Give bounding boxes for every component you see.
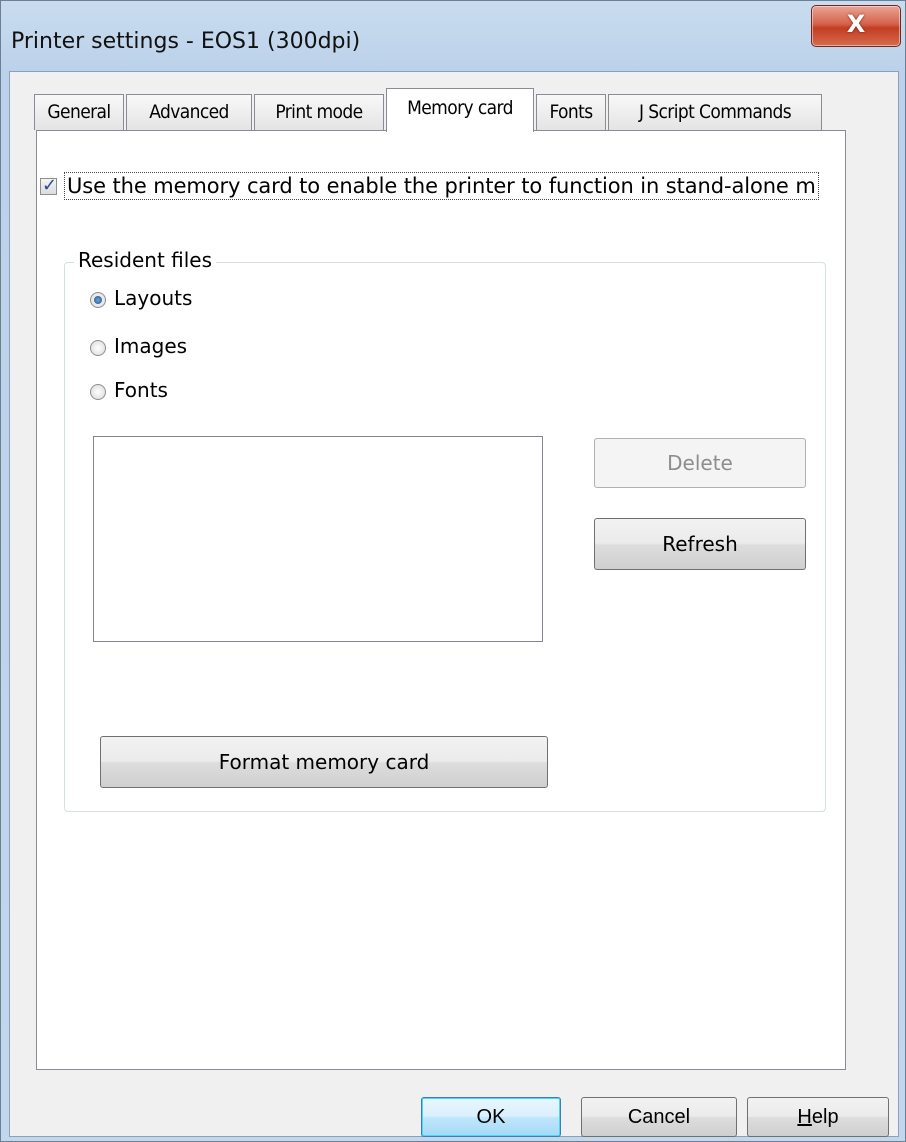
window-title: Printer settings - EOS1 (300dpi) bbox=[11, 29, 361, 54]
radio-button-selected[interactable] bbox=[90, 292, 106, 308]
resident-files-listbox[interactable] bbox=[93, 436, 543, 642]
tab-memory-card[interactable]: Memory card bbox=[386, 88, 534, 132]
help-accelerator-key: H bbox=[797, 1106, 812, 1128]
tab-general[interactable]: General bbox=[34, 94, 124, 130]
help-label-rest: elp bbox=[811, 1106, 839, 1128]
radio-button[interactable] bbox=[90, 384, 106, 400]
delete-button[interactable]: Delete bbox=[594, 438, 806, 488]
title-bar[interactable]: Printer settings - EOS1 (300dpi) X bbox=[1, 1, 905, 71]
radio-fonts-label[interactable]: Fonts bbox=[114, 378, 168, 402]
use-memory-card-checkbox[interactable]: ✓ bbox=[40, 175, 58, 195]
format-memory-card-button[interactable]: Format memory card bbox=[100, 736, 548, 788]
tab-print-mode[interactable]: Print mode bbox=[254, 94, 384, 130]
help-button[interactable]: Help bbox=[747, 1097, 889, 1137]
use-memory-card-label[interactable]: Use the memory card to enable the printe… bbox=[64, 172, 819, 200]
checkmark-icon: ✓ bbox=[42, 175, 58, 195]
tab-advanced[interactable]: Advanced bbox=[126, 94, 252, 130]
dialog-client-area: General Advanced Print mode Memory card … bbox=[9, 71, 899, 1137]
close-icon: X bbox=[846, 10, 866, 38]
radio-button[interactable] bbox=[90, 340, 106, 356]
tab-fonts[interactable]: Fonts bbox=[536, 94, 606, 130]
ok-button[interactable]: OK bbox=[421, 1097, 561, 1137]
refresh-button[interactable]: Refresh bbox=[594, 518, 806, 570]
tab-j-script-commands[interactable]: J Script Commands bbox=[608, 94, 822, 130]
printer-settings-window: Printer settings - EOS1 (300dpi) X Gener… bbox=[0, 0, 906, 1142]
resident-files-legend: Resident files bbox=[74, 248, 217, 272]
close-button[interactable]: X bbox=[811, 5, 901, 47]
cancel-button[interactable]: Cancel bbox=[581, 1097, 737, 1137]
radio-layouts-label[interactable]: Layouts bbox=[114, 286, 192, 310]
radio-images-label[interactable]: Images bbox=[114, 334, 187, 358]
